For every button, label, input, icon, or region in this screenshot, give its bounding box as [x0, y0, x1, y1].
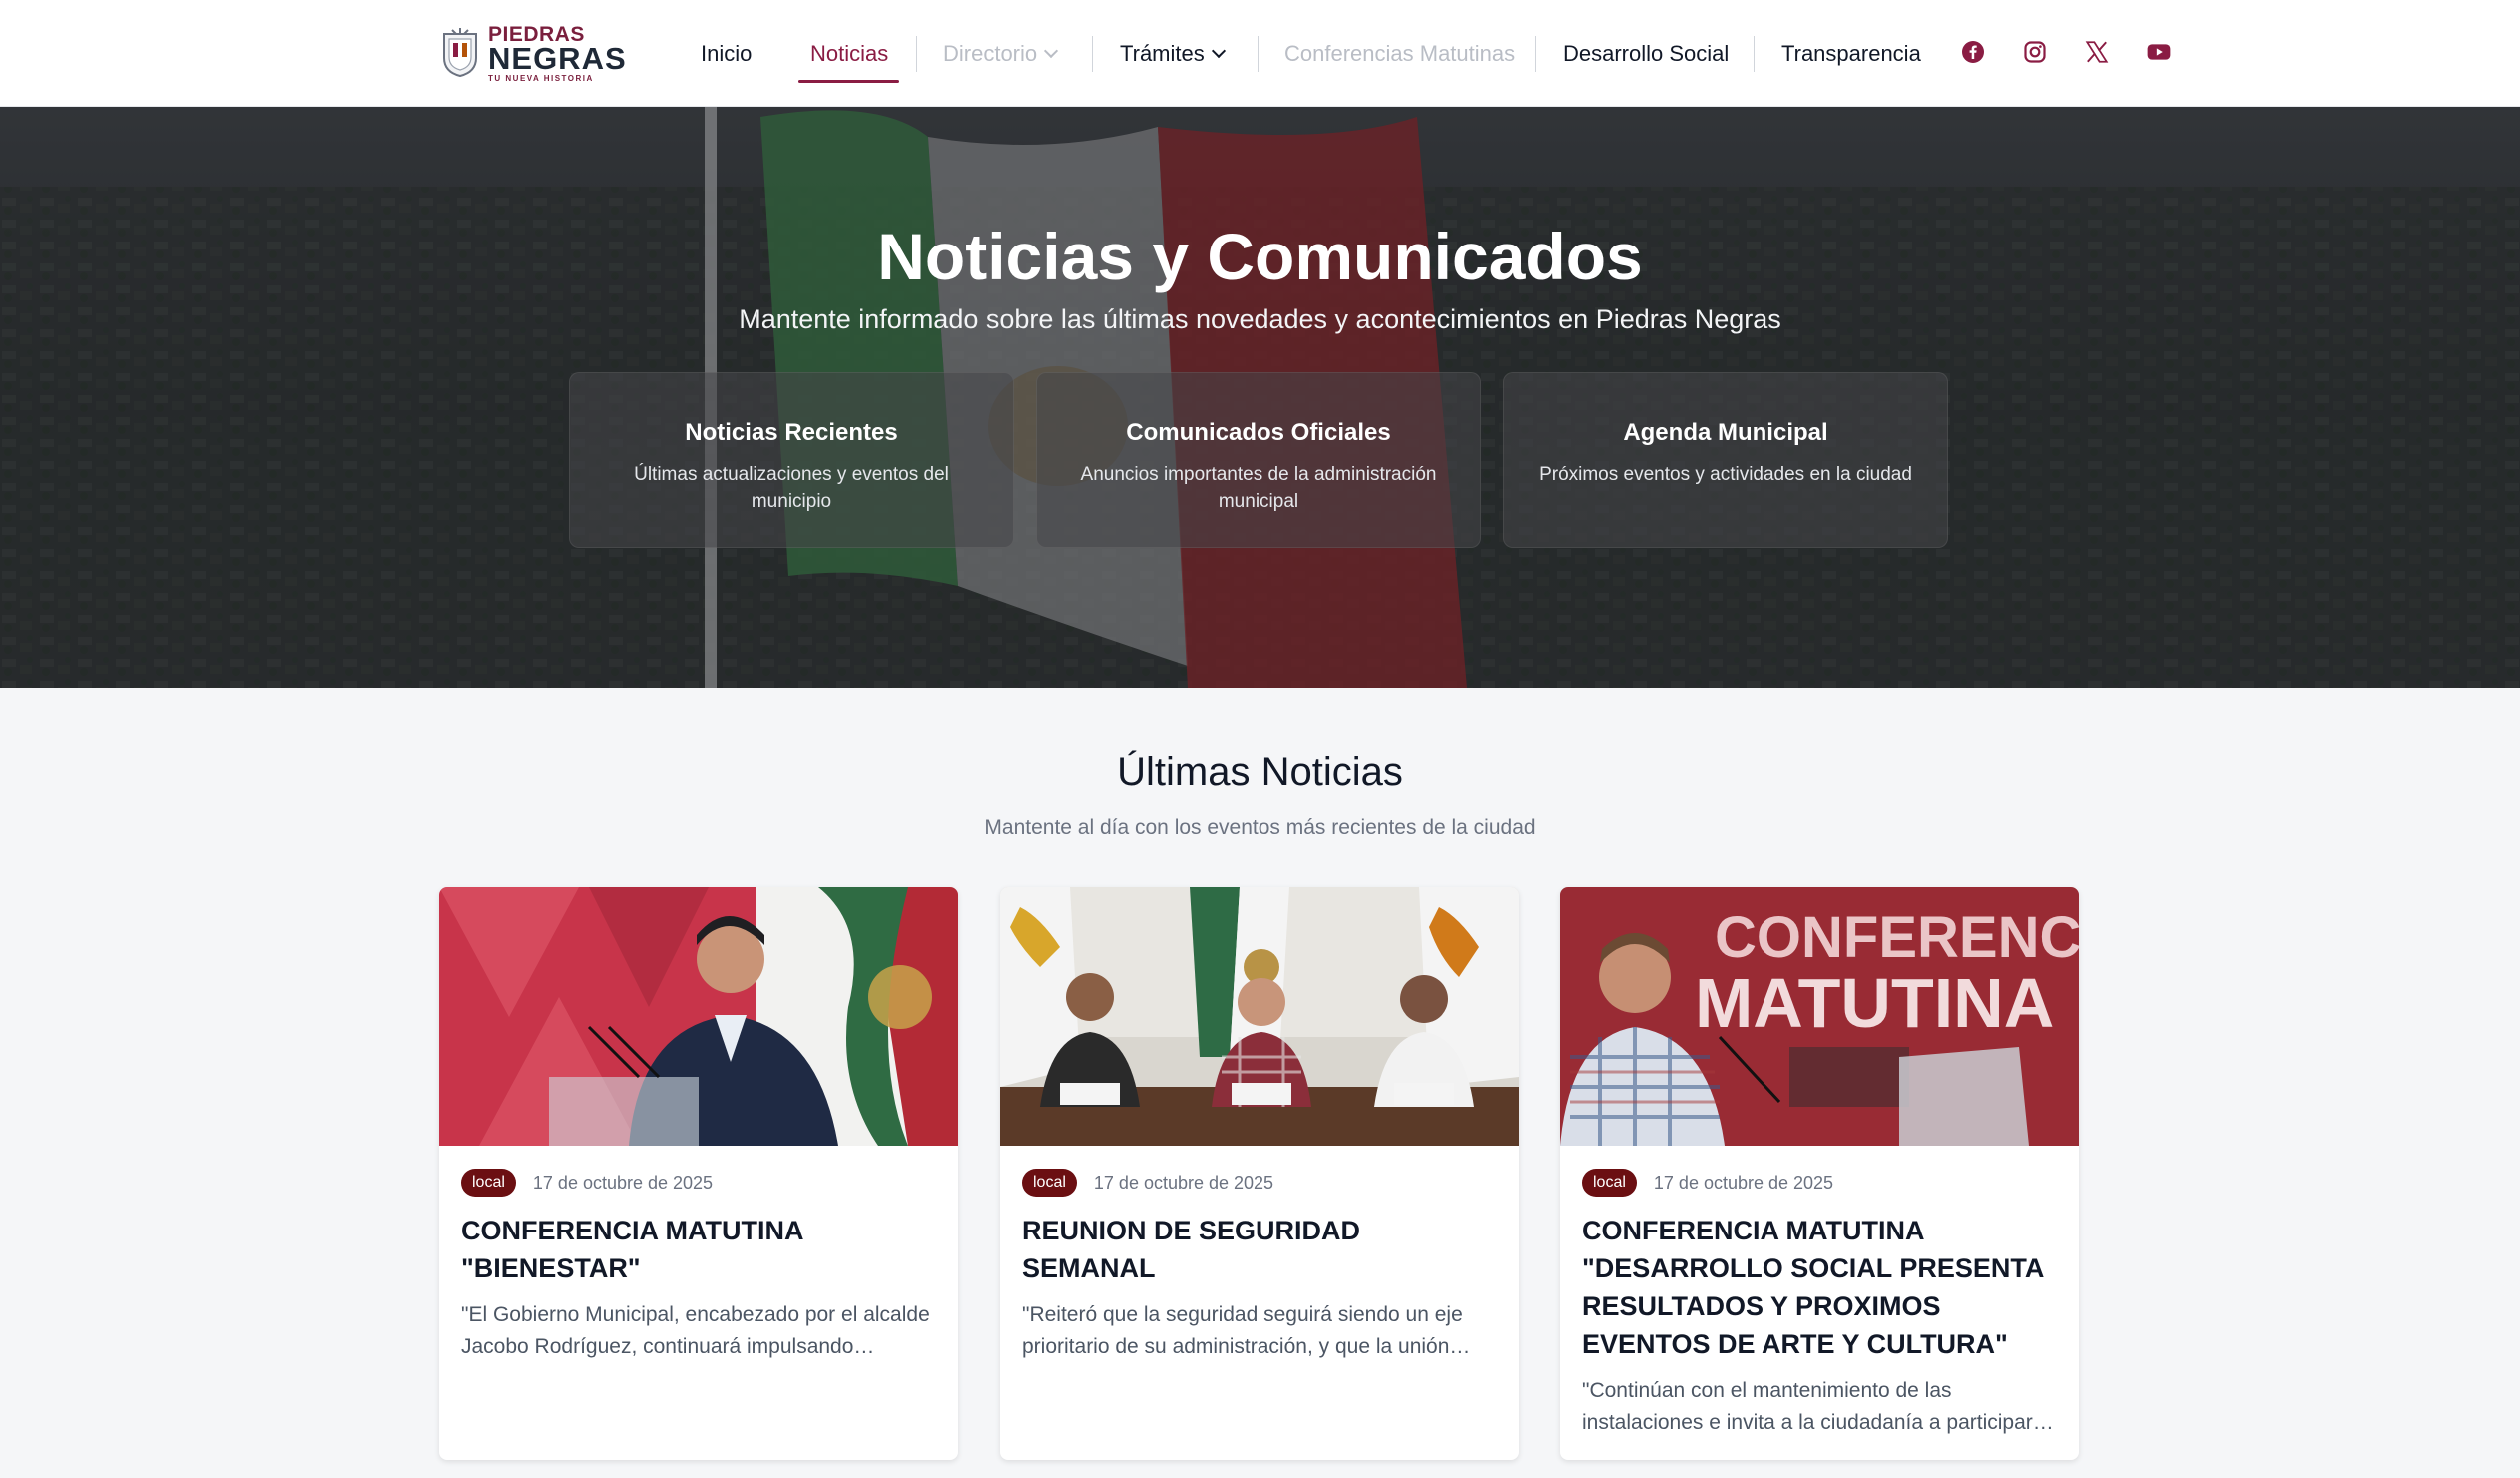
logo-tagline: TU NUEVA HISTORIA — [488, 73, 594, 83]
chevron-down-icon — [1044, 43, 1059, 58]
nav-label: Directorio — [943, 40, 1038, 66]
nav-separator — [916, 36, 917, 72]
nav-label: Conferencias Matutinas — [1284, 40, 1516, 66]
nav-separator — [1754, 36, 1755, 72]
svg-text:CONFERENCIA: CONFERENCIA — [1715, 905, 2079, 970]
nav-separator — [1092, 36, 1093, 72]
news-section-subtitle: Mantente al día con los eventos más reci… — [984, 816, 1536, 839]
nav-item-noticias[interactable]: Noticias — [810, 0, 888, 107]
hero-card-comunicados-oficiales[interactable]: Comunicados Oficiales Anuncios important… — [1036, 372, 1481, 548]
category-badge[interactable]: local — [461, 1169, 516, 1197]
hero-card-text: Anuncios importantes de la administració… — [1080, 464, 1437, 512]
news-card-image — [439, 887, 958, 1146]
news-card[interactable]: local 17 de octubre de 2025 CONFERENCIA … — [439, 887, 958, 1460]
nav-item-directorio[interactable]: Directorio — [943, 0, 1059, 107]
nav-item-conferencias[interactable]: Conferencias Matutinas — [1284, 0, 1515, 107]
top-navbar: PIEDRAS NEGRAS TU NUEVA HISTORIA Inicio … — [0, 0, 2520, 107]
hero-card-noticias-recientes[interactable]: Noticias Recientes Últimas actualizacion… — [569, 372, 1014, 548]
category-badge[interactable]: local — [1022, 1169, 1077, 1197]
nav-label: Desarrollo Social — [1563, 40, 1730, 66]
nav-label: Transparencia — [1781, 40, 1921, 66]
news-date: 17 de octubre de 2025 — [1653, 1172, 1834, 1193]
hero-banner: Noticias y Comunicados Mantente informad… — [0, 107, 2520, 688]
nav-label: Inicio — [701, 40, 753, 66]
active-nav-indicator — [798, 80, 899, 83]
nav-item-inicio[interactable]: Inicio — [701, 0, 752, 107]
hero-card-title: Comunicados Oficiales — [1126, 419, 1391, 446]
hero-card-title: Agenda Municipal — [1623, 419, 1828, 446]
news-date: 17 de octubre de 2025 — [532, 1172, 714, 1193]
news-card-image — [1000, 887, 1519, 1146]
news-excerpt: "Reiteró que la seguridad seguirá siendo… — [1022, 1303, 1463, 1358]
nav-item-tramites[interactable]: Trámites — [1120, 0, 1226, 107]
news-section-title: Últimas Noticias — [1117, 750, 1403, 794]
chevron-down-icon — [1211, 43, 1226, 58]
nav-label: Noticias — [810, 40, 889, 66]
news-card[interactable]: CONFERENCIA MATUTINA local 17 de octubre… — [1560, 887, 2079, 1460]
hero-card-text: Próximos eventos y actividades en la ciu… — [1539, 464, 1912, 485]
logo-line-2: NEGRAS — [488, 40, 627, 76]
nav-separator — [1258, 36, 1259, 72]
news-card-image: CONFERENCIA MATUTINA — [1560, 887, 2079, 1146]
hero-card-text: Últimas actualizaciones y eventos del mu… — [634, 464, 949, 512]
category-badge[interactable]: local — [1582, 1169, 1637, 1197]
municipal-shield-icon — [443, 28, 477, 78]
nav-item-transparencia[interactable]: Transparencia — [1781, 0, 1921, 107]
news-excerpt: "El Gobierno Municipal, encabezado por e… — [461, 1303, 930, 1358]
news-date: 17 de octubre de 2025 — [1093, 1172, 1274, 1193]
hero-card-title: Noticias Recientes — [685, 419, 898, 446]
nav-item-desarrollo-social[interactable]: Desarrollo Social — [1563, 0, 1729, 107]
hero-card-agenda-municipal[interactable]: Agenda Municipal Próximos eventos y acti… — [1503, 372, 1948, 548]
youtube-icon[interactable] — [2144, 37, 2174, 67]
nav-separator — [1535, 36, 1536, 72]
news-title[interactable]: CONFERENCIA MATUTINA "BIENESTAR" — [461, 1212, 936, 1287]
news-title[interactable]: CONFERENCIA MATUTINA "DESARROLLO SOCIAL … — [1582, 1212, 2057, 1363]
svg-text:MATUTINA: MATUTINA — [1695, 964, 2054, 1042]
facebook-icon[interactable] — [1958, 37, 1988, 67]
x-icon[interactable] — [2082, 37, 2112, 67]
news-card[interactable]: local 17 de octubre de 2025 REUNION DE S… — [1000, 887, 1519, 1460]
hero-title: Noticias y Comunicados — [877, 220, 1643, 293]
news-excerpt: "Continúan con el mantenimiento de las i… — [1582, 1379, 2033, 1434]
site-logo[interactable]: PIEDRAS NEGRAS TU NUEVA HISTORIA — [440, 24, 662, 83]
instagram-icon[interactable] — [2020, 37, 2050, 67]
news-title[interactable]: REUNION DE SEGURIDAD SEMANAL — [1022, 1212, 1497, 1287]
nav-label: Trámites — [1120, 40, 1205, 66]
hero-subtitle: Mantente informado sobre las últimas nov… — [739, 304, 1781, 334]
